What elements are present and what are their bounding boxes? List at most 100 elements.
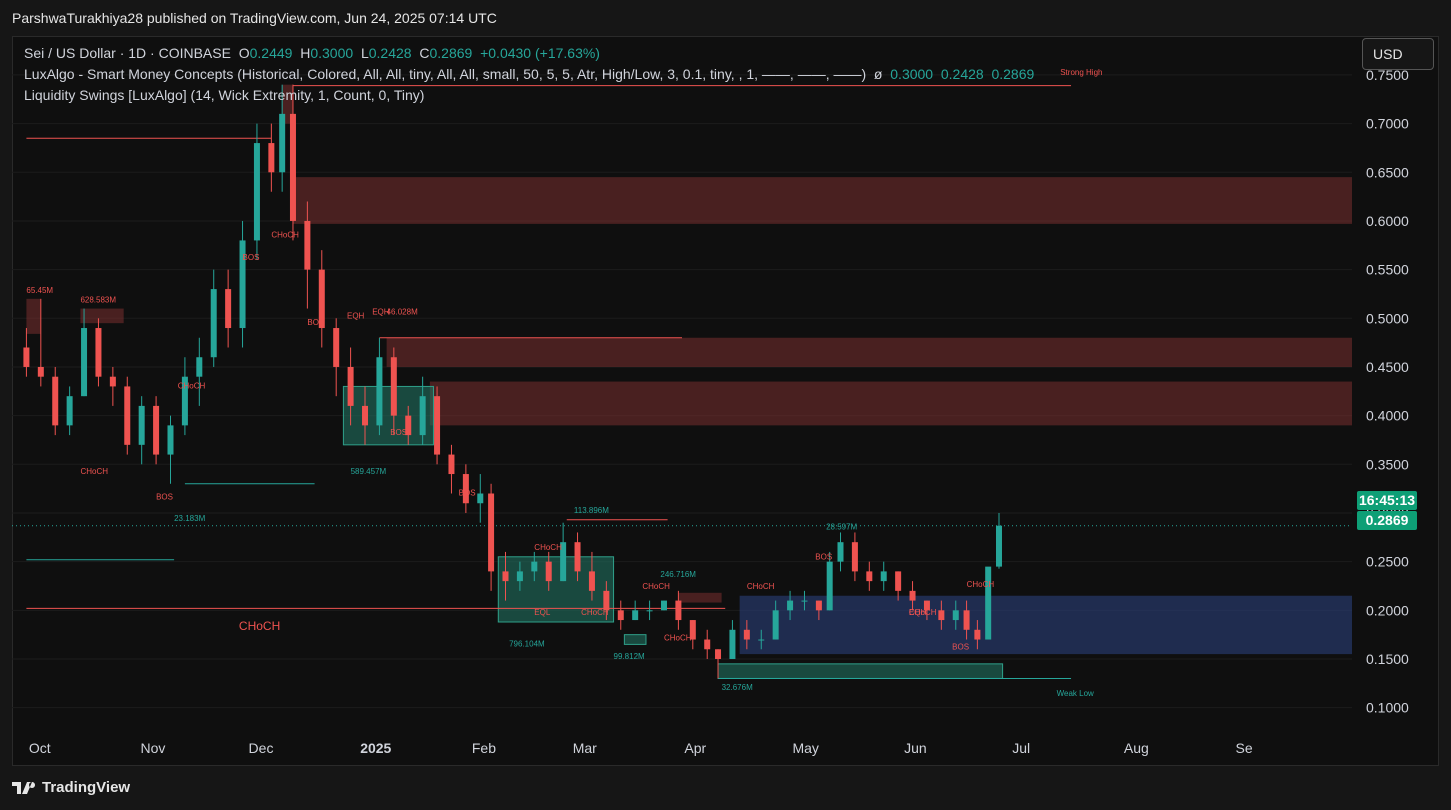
candle-body [729, 629, 736, 659]
candle-body [434, 396, 441, 455]
candle-body [419, 396, 426, 436]
candle-body [646, 610, 653, 612]
candlestick-chart[interactable]: 0.75000.70000.65000.60000.55000.50000.45… [0, 0, 1451, 810]
symbol-legend: Sei / US Dollar · 1D · COINBASE O0.2449 … [24, 45, 600, 61]
smc-label: BOS [243, 253, 260, 262]
candle-body [289, 113, 296, 221]
candle-body [376, 357, 383, 426]
candle-body [23, 347, 30, 367]
high-value: 0.3000 [310, 45, 354, 61]
candle-body [632, 610, 639, 621]
candle-body [37, 366, 44, 377]
smc-label: 796.104M [509, 639, 545, 648]
smc-label: EQL [534, 608, 551, 617]
candle-body [772, 610, 779, 640]
candle-body [826, 561, 833, 611]
smc-label: BOS [952, 642, 969, 651]
close-value: 0.2869 [429, 45, 473, 61]
smc-label: CHoCH [80, 467, 108, 476]
high-label: H [300, 45, 311, 61]
candle-body [347, 366, 354, 406]
smc-label: BOS [459, 488, 476, 497]
candle-body [362, 405, 369, 426]
low-label: L [360, 45, 369, 61]
candle-body [81, 328, 88, 397]
indicator-smc-legend[interactable]: LuxAlgo - Smart Money Concepts (Historic… [24, 66, 1034, 82]
smc-label: 628.583M [80, 296, 116, 305]
candle-body [390, 357, 397, 416]
change-value: +0.0430 (+17.63%) [480, 45, 600, 61]
y-tick-label: 0.1500 [1366, 651, 1409, 667]
candle-body [124, 386, 131, 445]
candle-body [448, 454, 455, 475]
indicator-glyph: ø [873, 66, 883, 82]
smc-label: BOS [815, 553, 832, 562]
candle-body [758, 639, 765, 641]
candle-body [837, 542, 844, 562]
last-price-tag: 0.2869 [1357, 511, 1417, 530]
candle-body [268, 143, 275, 173]
y-tick-label: 0.5500 [1366, 262, 1409, 278]
smc-label: 28.597M [826, 523, 857, 532]
smc-label: CHoCH [747, 582, 775, 591]
candle-body [167, 425, 174, 455]
smc-label: BOS [156, 492, 173, 501]
smc-label: 113.896M [574, 506, 609, 515]
smc-label: CHoCH [664, 633, 692, 642]
close-label: C [419, 45, 430, 61]
candle-body [787, 600, 794, 611]
smc-label: CHoCH [642, 582, 670, 591]
smc-label: CHoCH [967, 580, 995, 589]
smc-label: CHoCH [909, 608, 937, 617]
smc-label: BOS [307, 318, 324, 327]
candle-body [974, 629, 981, 640]
smc-label: 65.45M [26, 286, 53, 295]
candle-body [516, 571, 523, 582]
x-tick-label: Oct [29, 740, 51, 756]
candle-body [660, 600, 667, 611]
candle-body [588, 571, 595, 591]
candle-body [743, 629, 750, 640]
smc-label: BOS [390, 428, 407, 437]
y-tick-label: 0.3500 [1366, 456, 1409, 472]
y-tick-label: 0.4500 [1366, 359, 1409, 375]
candle-body [995, 525, 1002, 567]
candle-body [109, 376, 116, 387]
x-tick-label: Jul [1012, 740, 1030, 756]
open-label: O [238, 45, 250, 61]
indicator-liquidity-name: Liquidity Swings [LuxAlgo] (14, Wick Ext… [24, 87, 425, 103]
candle-body [95, 328, 102, 377]
y-tick-label: 0.5000 [1366, 310, 1409, 326]
tradingview-logo-icon[interactable] [12, 780, 38, 796]
x-tick-label: Aug [1124, 740, 1149, 756]
smc-label: Strong High [1060, 68, 1102, 77]
smc-label: 32.676M [722, 683, 753, 692]
indicator-liquidity-legend[interactable]: Liquidity Swings [LuxAlgo] (14, Wick Ext… [24, 87, 424, 103]
low-value: 0.2428 [368, 45, 412, 61]
candle-body [153, 405, 160, 455]
y-tick-label: 0.2500 [1366, 554, 1409, 570]
y-tick-label: 0.2000 [1366, 602, 1409, 618]
x-tick-label: Jun [904, 740, 927, 756]
smc-label: CHoCH [178, 381, 206, 390]
candle-body [477, 493, 484, 504]
candle-body [52, 376, 59, 426]
supply-zone [26, 298, 41, 334]
y-tick-label: 0.6000 [1366, 213, 1409, 229]
demand-zone [717, 663, 1004, 679]
candle-body [210, 289, 217, 358]
symbol-title[interactable]: Sei / US Dollar · 1D · COINBASE [24, 45, 231, 61]
currency-button[interactable]: USD [1362, 38, 1434, 70]
brand-name[interactable]: TradingView [42, 779, 130, 796]
y-tick-label: 0.4000 [1366, 408, 1409, 424]
footer-bar [0, 766, 1451, 810]
candle-body [851, 542, 858, 572]
candle-body [909, 590, 916, 601]
smc-label: EQH [347, 311, 365, 320]
x-tick-label: May [792, 740, 818, 756]
x-tick-label: Se [1236, 740, 1253, 756]
candle-body [895, 571, 902, 591]
x-tick-label: 2025 [360, 740, 391, 756]
smc-label: CHoCH [271, 230, 299, 239]
x-tick-label: Feb [472, 740, 496, 756]
